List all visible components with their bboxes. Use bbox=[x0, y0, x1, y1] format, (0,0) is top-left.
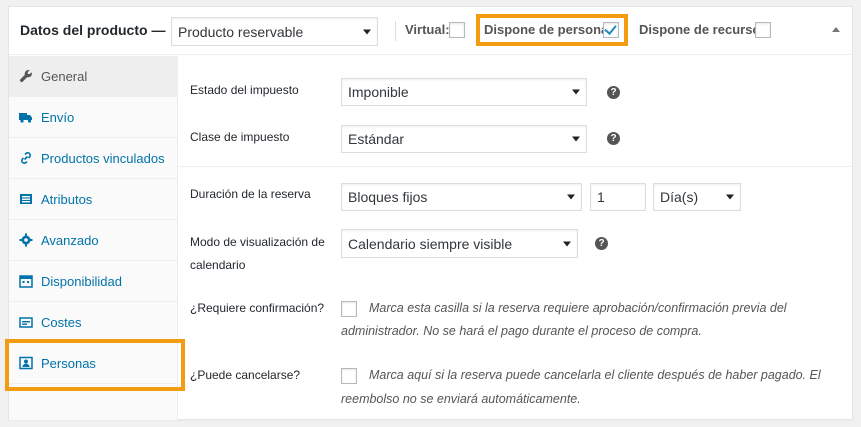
duration-label: Duración de la reserva bbox=[190, 187, 311, 201]
product-type-select[interactable]: Producto reservable bbox=[171, 17, 378, 46]
help-icon[interactable]: ? bbox=[607, 132, 620, 145]
tab-label: Envío bbox=[41, 109, 75, 125]
confirmation-description: Marca esta casilla si la reserva requier… bbox=[369, 301, 787, 315]
tab-shipping[interactable]: Envío bbox=[9, 97, 178, 138]
confirmation-description-line2: administrador. No se hará el pago durant… bbox=[341, 324, 702, 338]
calendar-mode-label-line2: calendario bbox=[190, 258, 246, 272]
tax-status-select[interactable]: Imponible bbox=[341, 78, 587, 106]
requires-confirmation-checkbox[interactable] bbox=[341, 301, 357, 317]
calendar-mode-select[interactable]: Calendario siempre visible bbox=[341, 229, 578, 258]
truck-icon bbox=[19, 110, 33, 124]
tab-attributes[interactable]: Atributos bbox=[9, 179, 178, 220]
cancel-label: ¿Puede cancelarse? bbox=[190, 368, 301, 382]
cost-icon bbox=[19, 315, 33, 329]
tab-label: Disponibilidad bbox=[41, 273, 122, 289]
can-cancel-checkbox[interactable] bbox=[341, 368, 357, 384]
tab-label: Costes bbox=[41, 314, 82, 330]
tab-label: Productos vinculados bbox=[41, 150, 165, 166]
duration-type-value: Bloques fijos bbox=[348, 189, 428, 205]
tab-advanced[interactable]: Avanzado bbox=[9, 220, 178, 261]
tax-status-value: Imponible bbox=[348, 84, 409, 100]
general-tab-content: Estado del impuesto Imponible ? Clase de… bbox=[179, 56, 852, 420]
list-icon bbox=[19, 192, 33, 206]
chevron-down-icon bbox=[563, 241, 571, 246]
gear-icon bbox=[19, 233, 33, 247]
calendar-mode-label: Modo de visualización de bbox=[190, 235, 325, 249]
collapse-toggle-icon[interactable] bbox=[832, 27, 840, 32]
section-divider bbox=[179, 166, 852, 167]
duration-value: 1 bbox=[597, 189, 605, 205]
tab-label: General bbox=[41, 68, 88, 84]
tab-linked-products[interactable]: Productos vinculados bbox=[9, 138, 178, 179]
tab-general[interactable]: General bbox=[9, 56, 178, 97]
calendar-icon bbox=[19, 274, 33, 288]
product-type-value: Producto reservable bbox=[178, 23, 304, 40]
wrench-icon bbox=[19, 69, 33, 83]
help-icon[interactable]: ? bbox=[595, 237, 608, 250]
chevron-down-icon bbox=[572, 89, 580, 95]
link-icon bbox=[19, 151, 33, 165]
tab-availability[interactable]: Disponibilidad bbox=[9, 261, 178, 302]
has-resources-label: Dispone de recursos: bbox=[639, 22, 772, 37]
cancel-description: Marca aquí si la reserva puede cancelarl… bbox=[369, 368, 821, 382]
panel-title: Datos del producto — bbox=[20, 22, 166, 38]
virtual-label: Virtual: bbox=[405, 22, 450, 37]
tax-class-value: Estándar bbox=[348, 131, 405, 147]
duration-unit-value: Día(s) bbox=[660, 189, 699, 205]
virtual-checkbox[interactable] bbox=[449, 22, 465, 38]
tab-label: Atributos bbox=[41, 191, 93, 207]
chevron-down-icon bbox=[363, 29, 371, 34]
tax-class-label: Clase de impuesto bbox=[190, 130, 290, 144]
calendar-mode-value: Calendario siempre visible bbox=[348, 235, 513, 252]
chevron-down-icon bbox=[572, 136, 580, 142]
confirmation-label: ¿Requiere confirmación? bbox=[190, 301, 325, 315]
header-divider bbox=[395, 21, 396, 41]
tab-costs[interactable]: Costes bbox=[9, 302, 178, 343]
duration-unit-select[interactable]: Día(s) bbox=[653, 183, 741, 211]
chevron-down-icon bbox=[567, 194, 575, 200]
help-icon[interactable]: ? bbox=[607, 86, 620, 99]
persons-tab-highlight-box bbox=[5, 339, 185, 391]
tax-class-select[interactable]: Estándar bbox=[341, 125, 587, 153]
persons-highlight-box bbox=[476, 14, 628, 46]
tax-status-label: Estado del impuesto bbox=[190, 83, 299, 97]
chevron-down-icon bbox=[726, 194, 734, 200]
has-resources-checkbox[interactable] bbox=[755, 22, 771, 38]
tab-label: Avanzado bbox=[41, 232, 99, 248]
cancel-description-line2: reembolso no se enviará automáticamente. bbox=[341, 392, 581, 406]
panel-header: Datos del producto — Producto reservable… bbox=[9, 7, 852, 55]
product-data-panel: Datos del producto — Producto reservable… bbox=[5, 6, 853, 420]
duration-type-select[interactable]: Bloques fijos bbox=[341, 183, 582, 211]
duration-input[interactable]: 1 bbox=[590, 183, 646, 211]
